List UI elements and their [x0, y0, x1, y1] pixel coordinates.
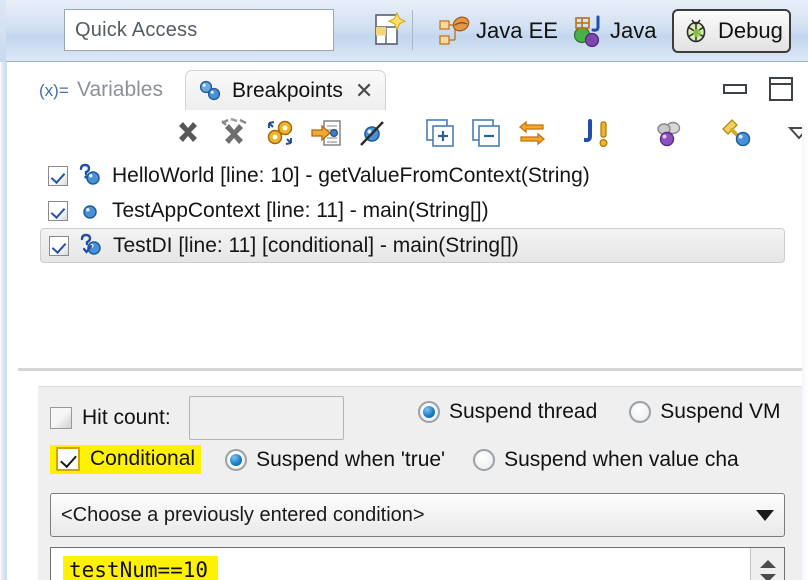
minimize-icon[interactable]	[722, 82, 748, 96]
hit-count-checkbox[interactable]	[50, 407, 72, 429]
perspective-button-debug[interactable]: Debug	[672, 9, 791, 53]
breakpoints-list[interactable]: HelloWorld [line: 10] - getValueFromCont…	[40, 158, 800, 264]
breakpoint-enabled-checkbox[interactable]	[48, 200, 68, 221]
view-toolbar	[7, 110, 808, 156]
suspend-thread-option[interactable]: Suspend thread	[418, 400, 597, 424]
chevron-down-icon[interactable]	[759, 574, 776, 580]
condition-history-value: <Choose a previously entered condition>	[61, 503, 425, 526]
perspective-button-java-ee[interactable]: Java EE	[432, 9, 564, 53]
debug-perspective-icon	[686, 19, 706, 43]
condition-code-text: testNum==10	[63, 555, 219, 580]
hit-count-label: Hit count:	[82, 406, 171, 429]
panel-right-edge	[802, 124, 808, 580]
suspend-when-value-changes-option[interactable]: Suspend when value cha	[473, 448, 739, 472]
suspend-vm-option[interactable]: Suspend VM	[629, 400, 781, 424]
tab-label-variables: Variables	[77, 78, 163, 101]
hit-count-input[interactable]	[188, 396, 344, 440]
conditional-highlight: Conditional	[50, 445, 202, 474]
condition-history-dropdown[interactable]: <Choose a previously entered condition>	[50, 493, 785, 537]
suspend-vm-label: Suspend VM	[660, 400, 781, 423]
tab-label-breakpoints: Breakpoints	[232, 78, 343, 102]
remove-breakpoint-icon[interactable]	[172, 117, 204, 149]
suspend-vm-radio[interactable]	[629, 401, 652, 423]
breakpoint-detail-pane-icon[interactable]	[720, 117, 752, 149]
working-sets-icon[interactable]	[652, 117, 684, 149]
chevron-up-icon[interactable]	[759, 560, 776, 568]
breakpoint-label: HelloWorld [line: 10] - getValueFromCont…	[112, 163, 590, 187]
suspend-thread-radio[interactable]	[418, 401, 440, 423]
breakpoint-enabled-checkbox[interactable]	[48, 165, 68, 186]
breakpoints-view-panel: (x)= Variables Breakpoints ✕ HelloWorld …	[0, 62, 808, 580]
view-window-controls	[722, 76, 794, 102]
conditional-breakpoint-icon	[79, 163, 100, 185]
suspend-policy-group: Suspend thread Suspend VM	[418, 400, 781, 424]
table-row[interactable]: TestAppContext [line: 11] - main(String[…	[40, 193, 785, 228]
suspend-when-true-label: Suspend when 'true'	[256, 447, 446, 471]
table-row[interactable]: TestDI [line: 11] [conditional] - main(S…	[40, 228, 785, 263]
pane-divider[interactable]	[18, 368, 802, 371]
expand-all-icon[interactable]	[424, 117, 456, 149]
perspective-label-debug: Debug	[718, 18, 783, 43]
conditional-breakpoint-icon	[80, 233, 101, 255]
close-icon[interactable]: ✕	[355, 78, 373, 104]
link-with-debug-view-icon[interactable]	[516, 117, 548, 149]
show-breakpoints-supported-by-target-icon[interactable]	[264, 117, 296, 149]
go-to-file-for-breakpoint-icon[interactable]	[310, 117, 342, 149]
conditional-label: Conditional	[90, 447, 196, 470]
toolbar-left-strip	[0, 0, 6, 62]
breakpoint-enabled-checkbox[interactable]	[49, 235, 69, 256]
suspend-thread-label: Suspend thread	[449, 400, 598, 423]
suspend-when-true-option[interactable]: Suspend when 'true'	[225, 448, 445, 472]
perspective-button-java[interactable]: Java	[566, 9, 662, 53]
tab-variables[interactable]: (x)= Variables	[27, 70, 175, 110]
variables-icon: (x)=	[39, 81, 69, 100]
add-java-exception-breakpoint-icon[interactable]	[583, 117, 616, 149]
java-ee-perspective-icon	[439, 16, 470, 45]
perspective-label-java: Java	[610, 18, 657, 43]
quick-access-text: Quick Access	[75, 18, 198, 41]
conditional-checkbox[interactable]	[56, 447, 80, 471]
maximize-icon[interactable]	[768, 76, 794, 102]
new-wizard-icon[interactable]	[370, 11, 407, 49]
suspend-when-true-radio[interactable]	[225, 448, 248, 471]
breakpoint-label: TestAppContext [line: 11] - main(String[…	[112, 198, 489, 222]
eclipse-debug-perspective-window: Quick Access Java EE Java Debug (x)= Var…	[0, 0, 808, 580]
collapse-all-icon[interactable]	[470, 117, 502, 149]
hit-count-row: Hit count:	[50, 396, 344, 440]
condition-editor[interactable]: testNum==10 ◁ ▷	[50, 547, 785, 580]
suspend-when-value-changes-label: Suspend when value cha	[504, 447, 739, 471]
panel-left-edge	[0, 62, 7, 580]
remove-all-breakpoints-icon[interactable]	[218, 117, 250, 149]
breakpoints-icon	[199, 80, 221, 100]
svg-text:(x)=: (x)=	[39, 81, 69, 100]
main-toolbar: Quick Access Java EE Java Debug	[0, 0, 808, 62]
breakpoint-label: TestDI [line: 11] [conditional] - main(S…	[113, 233, 519, 257]
breakpoint-detail-pane: Hit count: Suspend thread Suspend VM Con…	[38, 386, 808, 580]
view-tabbar: (x)= Variables Breakpoints ✕	[7, 62, 808, 110]
toolbar-separator	[412, 10, 413, 50]
line-breakpoint-icon	[83, 204, 97, 219]
quick-access-input[interactable]: Quick Access	[64, 9, 334, 51]
suspend-when-value-changes-radio[interactable]	[473, 448, 496, 471]
tab-breakpoints[interactable]: Breakpoints ✕	[185, 70, 387, 110]
java-perspective-icon	[573, 15, 600, 47]
chevron-down-icon[interactable]	[756, 509, 774, 521]
condition-code-line: testNum==10	[51, 552, 219, 580]
perspective-label-java-ee: Java EE	[476, 18, 558, 43]
conditional-row: Conditional Suspend when 'true' Suspend …	[50, 445, 739, 474]
condition-editor-spinner[interactable]	[750, 548, 784, 580]
table-row[interactable]: HelloWorld [line: 10] - getValueFromCont…	[40, 158, 785, 193]
skip-all-breakpoints-icon[interactable]	[356, 117, 388, 149]
